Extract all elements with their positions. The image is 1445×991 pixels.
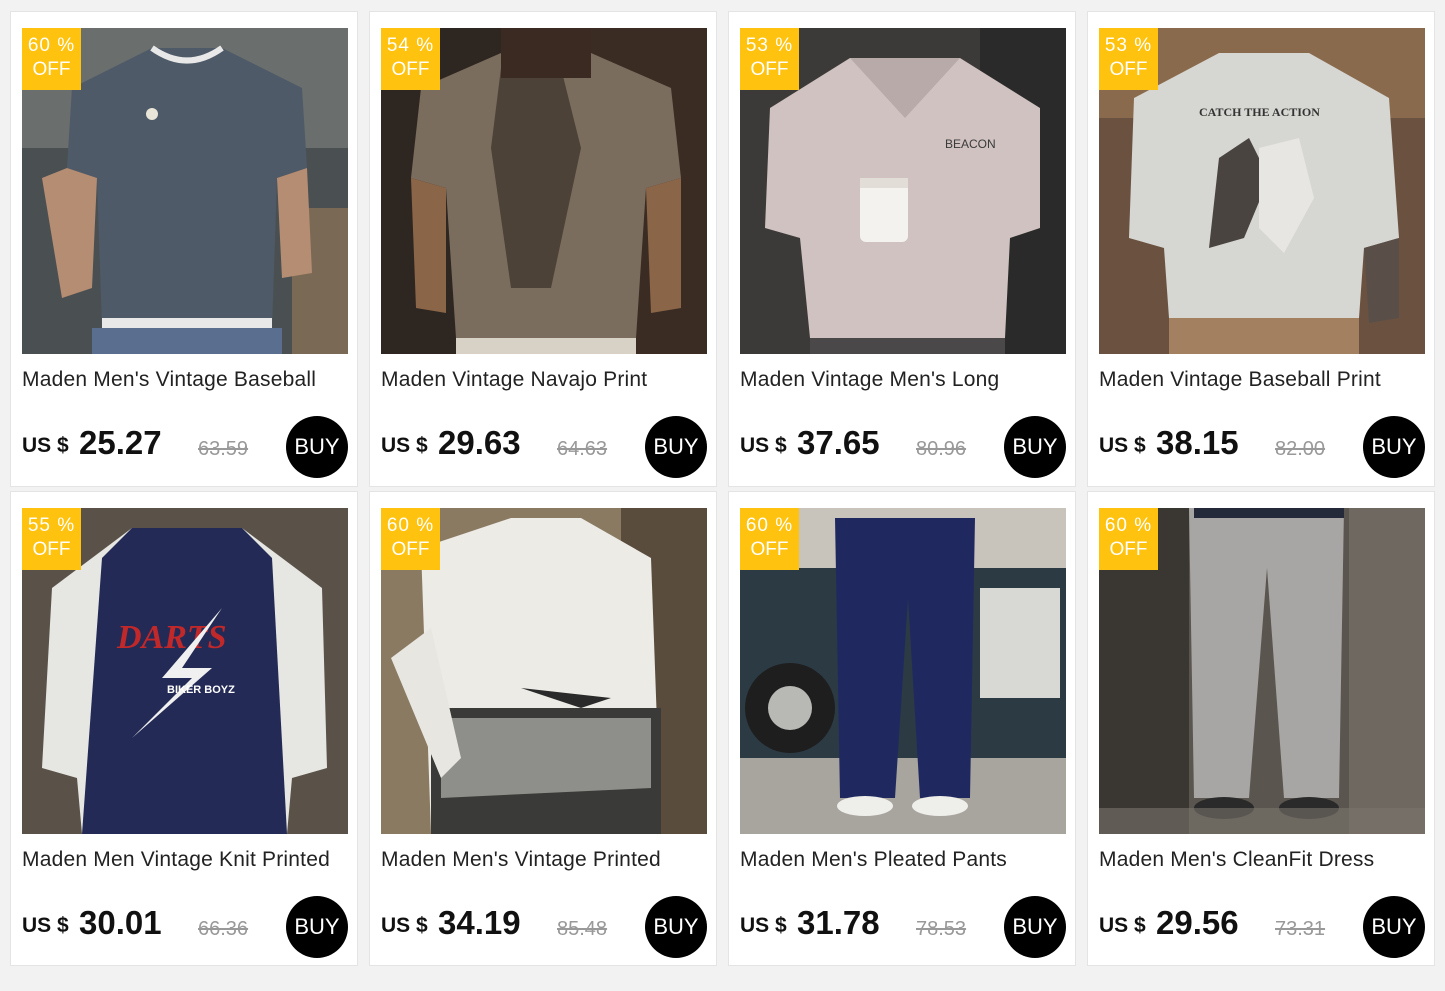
product-title[interactable]: Maden Men's Vintage Printed — [381, 848, 707, 872]
discount-badge: 53 % OFF — [1099, 28, 1158, 90]
discount-off-label: OFF — [750, 539, 789, 560]
currency-label: US $ — [1099, 434, 1146, 457]
product-card[interactable]: DARTS BIKER BOYZ 55 % OFF Maden Men Vint… — [10, 491, 358, 966]
product-card[interactable]: 60 % OFF Maden Men's CleanFit Dress US $… — [1087, 491, 1435, 966]
discount-badge: 53 % OFF — [740, 28, 799, 90]
original-price: 66.36 — [198, 918, 249, 940]
product-image[interactable]: 60 % OFF — [381, 508, 707, 834]
original-price: 63.59 — [198, 438, 249, 460]
buy-button[interactable]: BUY — [645, 896, 707, 958]
price-row: US $ 29.56 73.31 BUY — [1099, 896, 1425, 960]
discount-badge: 55 % OFF — [22, 508, 81, 570]
discount-percent: 60 % — [27, 35, 76, 56]
discount-off-label: OFF — [750, 59, 789, 80]
sale-price: 38.15 — [1156, 424, 1239, 461]
price-row: US $ 38.15 82.00 BUY — [1099, 416, 1425, 480]
buy-button[interactable]: BUY — [286, 896, 348, 958]
original-price: 80.96 — [916, 438, 967, 460]
buy-button[interactable]: BUY — [645, 416, 707, 478]
currency-label: US $ — [22, 434, 69, 457]
discount-off-label: OFF — [1109, 59, 1148, 80]
currency-label: US $ — [22, 914, 69, 937]
product-card[interactable]: 60 % OFF Maden Men's Vintage Baseball US… — [10, 11, 358, 487]
discount-off-label: OFF — [391, 59, 430, 80]
product-grid: 60 % OFF Maden Men's Vintage Baseball US… — [10, 11, 1439, 966]
product-title[interactable]: Maden Men's CleanFit Dress — [1099, 848, 1425, 872]
buy-button[interactable]: BUY — [1004, 416, 1066, 478]
original-price: 73.31 — [1275, 918, 1326, 940]
svg-text:BIKER BOYZ: BIKER BOYZ — [167, 684, 235, 696]
product-title[interactable]: Maden Men's Vintage Baseball — [22, 368, 348, 392]
price-row: US $ 30.01 66.36 BUY — [22, 896, 348, 960]
product-image[interactable]: CATCH THE ACTION 53 % OFF — [1099, 28, 1425, 354]
price-row: US $ 37.65 80.96 BUY — [740, 416, 1066, 480]
buy-button[interactable]: BUY — [1363, 416, 1425, 478]
price-row: US $ 25.27 63.59 BUY — [22, 416, 348, 480]
product-title[interactable]: Maden Men's Pleated Pants — [740, 848, 1066, 872]
discount-percent: 60 % — [386, 515, 435, 536]
sale-price: 31.78 — [797, 904, 880, 941]
currency-label: US $ — [381, 914, 428, 937]
sale-price: 30.01 — [79, 904, 162, 941]
currency-label: US $ — [381, 434, 428, 457]
product-title[interactable]: Maden Vintage Navajo Print — [381, 368, 707, 392]
buy-button[interactable]: BUY — [1004, 896, 1066, 958]
currency-label: US $ — [1099, 914, 1146, 937]
product-image[interactable]: 54 % OFF — [381, 28, 707, 354]
discount-badge: 60 % OFF — [1099, 508, 1158, 570]
product-card[interactable]: CATCH THE ACTION 53 % OFF Maden Vintage … — [1087, 11, 1435, 487]
currency-label: US $ — [740, 914, 787, 937]
discount-off-label: OFF — [1109, 539, 1148, 560]
product-card[interactable]: 60 % OFF Maden Men's Pleated Pants US $ … — [728, 491, 1076, 966]
product-title[interactable]: Maden Vintage Men's Long — [740, 368, 1066, 392]
product-image[interactable]: 60 % OFF — [740, 508, 1066, 834]
price-row: US $ 29.63 64.63 BUY — [381, 416, 707, 480]
product-image[interactable]: BEACON 53 % OFF — [740, 28, 1066, 354]
product-card[interactable]: 54 % OFF Maden Vintage Navajo Print US $… — [369, 11, 717, 487]
discount-percent: 60 % — [745, 515, 794, 536]
discount-percent: 60 % — [1104, 515, 1153, 536]
original-price: 82.00 — [1275, 438, 1326, 460]
product-image[interactable]: 60 % OFF — [1099, 508, 1425, 834]
product-title[interactable]: Maden Men Vintage Knit Printed — [22, 848, 348, 872]
product-card[interactable]: 60 % OFF Maden Men's Vintage Printed US … — [369, 491, 717, 966]
original-price: 78.53 — [916, 918, 967, 940]
discount-badge: 60 % OFF — [740, 508, 799, 570]
svg-text:BEACON: BEACON — [945, 137, 996, 151]
buy-button[interactable]: BUY — [1363, 896, 1425, 958]
discount-off-label: OFF — [391, 539, 430, 560]
discount-percent: 54 % — [386, 35, 435, 56]
price-row: US $ 31.78 78.53 BUY — [740, 896, 1066, 960]
product-title[interactable]: Maden Vintage Baseball Print — [1099, 368, 1425, 392]
product-card[interactable]: BEACON 53 % OFF Maden Vintage Men's Long… — [728, 11, 1076, 487]
sale-price: 29.56 — [1156, 904, 1239, 941]
product-image[interactable]: DARTS BIKER BOYZ 55 % OFF — [22, 508, 348, 834]
original-price: 85.48 — [557, 918, 608, 940]
price-row: US $ 34.19 85.48 BUY — [381, 896, 707, 960]
discount-off-label: OFF — [32, 59, 71, 80]
discount-percent: 53 % — [1104, 35, 1153, 56]
svg-text:CATCH THE ACTION: CATCH THE ACTION — [1199, 105, 1320, 119]
buy-button[interactable]: BUY — [286, 416, 348, 478]
sale-price: 34.19 — [438, 904, 521, 941]
discount-off-label: OFF — [32, 539, 71, 560]
product-image[interactable]: 60 % OFF — [22, 28, 348, 354]
currency-label: US $ — [740, 434, 787, 457]
discount-percent: 55 % — [27, 515, 76, 536]
discount-percent: 53 % — [745, 35, 794, 56]
discount-badge: 54 % OFF — [381, 28, 440, 90]
discount-badge: 60 % OFF — [22, 28, 81, 90]
sale-price: 25.27 — [79, 424, 162, 461]
sale-price: 37.65 — [797, 424, 880, 461]
discount-badge: 60 % OFF — [381, 508, 440, 570]
sale-price: 29.63 — [438, 424, 521, 461]
original-price: 64.63 — [557, 438, 608, 460]
